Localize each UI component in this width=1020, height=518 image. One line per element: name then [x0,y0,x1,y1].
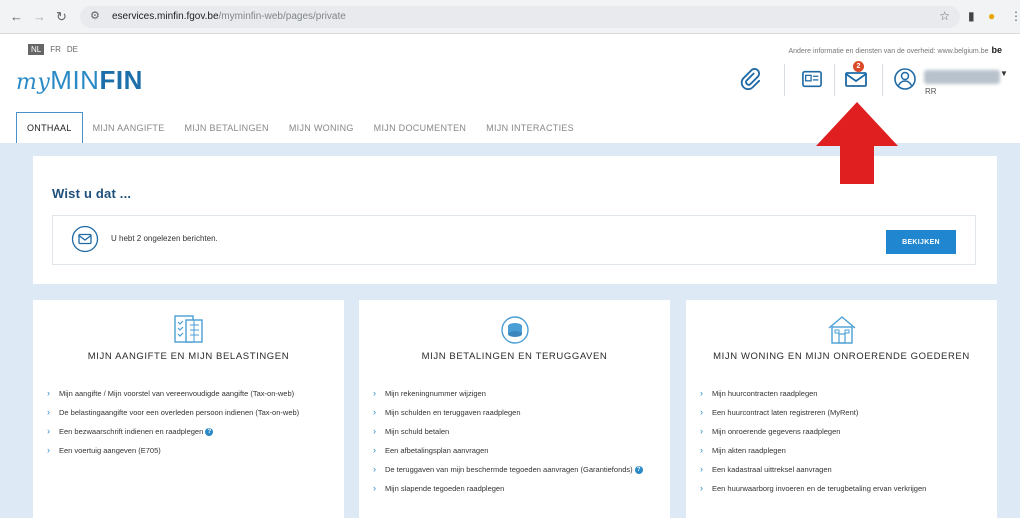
card-woning: MIJN WONING EN MIJN ONROERENDE GOEDEREN … [686,300,997,518]
card-title: MIJN BETALINGEN EN TERUGGAVEN [421,351,608,362]
belgium-link[interactable]: Andere informatie en diensten van de ove… [788,45,1002,55]
address-bar[interactable]: ⚙ eservices.minfin.fgov.be/myminfin-web/… [80,6,960,28]
tab-mijn-interacties[interactable]: MIJN INTERACTIES [476,112,584,144]
help-icon[interactable]: ? [205,428,214,437]
card-link[interactable]: Een afbetalingsplan aanvragen [373,445,656,456]
payment-coins-icon [498,314,532,351]
user-avatar-icon[interactable] [890,64,920,94]
card-betalingen: MIJN BETALINGEN EN TERUGGAVEN Mijn reken… [359,300,670,518]
card-title: MIJN WONING EN MIJN ONROERENDE GOEDEREN [713,351,970,362]
tax-form-icon [172,314,206,351]
language-switch: NL FR DE [28,44,78,55]
sidepanel-icon[interactable]: ▮ [968,8,975,24]
tab-mijn-documenten[interactable]: MIJN DOCUMENTEN [364,112,477,144]
card-link[interactable]: De teruggaven van mijn beschermde tegoed… [373,464,656,475]
profile-icon[interactable]: ● [988,8,995,24]
card-link[interactable]: Mijn huurcontracten raadplegen [700,388,983,399]
tab-mijn-aangifte[interactable]: MIJN AANGIFTE [83,112,175,144]
user-name-redacted[interactable] [924,70,1000,84]
house-icon [825,314,859,351]
card-link[interactable]: Mijn onroerende gegevens raadplegen [700,426,983,437]
forward-arrow-icon[interactable]: → [33,9,46,25]
chevron-down-icon[interactable]: ▼ [1000,69,1008,78]
browser-toolbar: ← → ↻ ⚙ eservices.minfin.fgov.be/myminfi… [0,0,1020,34]
lang-de[interactable]: DE [67,45,78,54]
back-arrow-icon[interactable]: ← [10,9,23,25]
tab-onthaal[interactable]: ONTHAAL [16,112,83,144]
card-link[interactable]: Mijn schuld betalen [373,426,656,437]
red-arrow-annotation [812,100,902,191]
info-panel-title: Wist u dat ... [52,186,132,201]
main-nav: ONTHAAL MIJN AANGIFTE MIJN BETALINGEN MI… [16,112,584,144]
user-initials: RR [925,87,937,96]
tune-icon[interactable]: ⚙ [90,9,100,22]
tab-mijn-woning[interactable]: MIJN WONING [279,112,364,144]
reload-icon[interactable]: ↻ [56,9,67,25]
card-link[interactable]: Een voertuig aangeven (E705) [47,445,330,456]
card-link[interactable]: Een bezwaarschrift indienen en raadplege… [47,426,330,437]
mail-badge: 2 [853,61,864,72]
tab-mijn-betalingen[interactable]: MIJN BETALINGEN [175,112,279,144]
help-icon[interactable]: ? [634,466,643,475]
card-link[interactable]: Mijn rekeningnummer wijzigen [373,388,656,399]
paperclip-icon[interactable] [734,64,766,94]
myminfin-logo[interactable]: myMINFIN [16,65,143,96]
card-link[interactable]: De belastingaangifte voor een overleden … [47,407,330,418]
card-title: MIJN AANGIFTE EN MIJN BELASTINGEN [87,351,290,362]
card-link[interactable]: Een huurcontract laten registreren (MyRe… [700,407,983,418]
envelope-circle-icon [71,225,99,258]
id-card-icon[interactable] [796,64,828,94]
card-link[interactable]: Mijn slapende tegoeden raadplegen [373,483,656,494]
address-url[interactable]: eservices.minfin.fgov.be/myminfin-web/pa… [112,11,346,22]
card-link[interactable]: Mijn aangifte / Mijn voorstel van vereen… [47,388,330,399]
card-link[interactable]: Een kadastraal uittreksel aanvragen [700,464,983,475]
mail-icon[interactable]: 2 [840,61,872,94]
card-link[interactable]: Mijn akten raadplegen [700,445,983,456]
lang-nl[interactable]: NL [28,44,45,55]
card-link[interactable]: Mijn schulden en teruggaven raadplegen [373,407,656,418]
unread-messages-text: U hebt 2 ongelezen berichten. [111,234,218,243]
lang-fr[interactable]: FR [50,45,61,54]
card-aangifte: MIJN AANGIFTE EN MIJN BELASTINGEN Mijn a… [33,300,344,518]
browser-menu-icon[interactable]: ⋮ [1010,8,1020,24]
bekijken-button[interactable]: BEKIJKEN [886,230,956,254]
card-link[interactable]: Een huurwaarborg invoeren en de terugbet… [700,483,983,494]
star-icon[interactable]: ☆ [939,9,950,23]
